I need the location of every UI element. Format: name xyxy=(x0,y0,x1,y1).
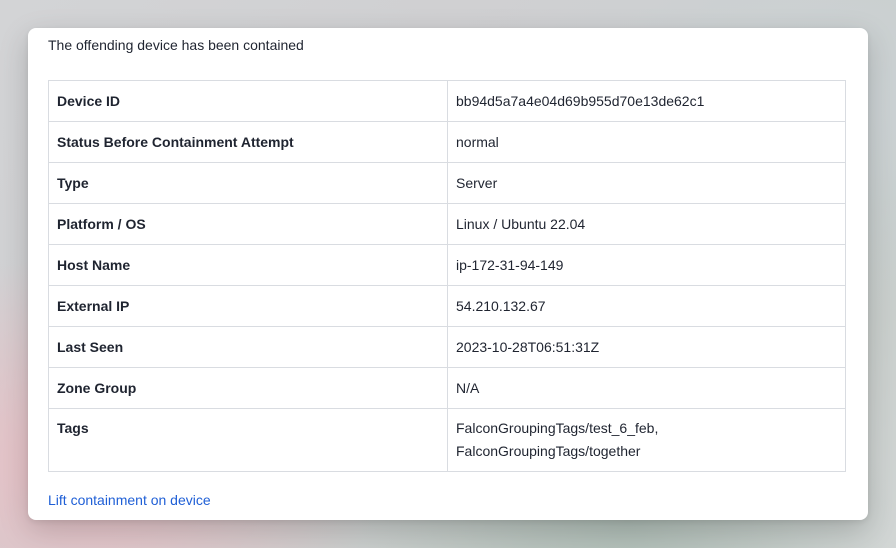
table-row: Host Name ip-172-31-94-149 xyxy=(48,244,846,286)
tags-label: Tags xyxy=(48,408,448,472)
lift-containment-link[interactable]: Lift containment on device xyxy=(48,491,211,509)
last-seen-label: Last Seen xyxy=(48,326,448,368)
table-row: External IP 54.210.132.67 xyxy=(48,285,846,327)
table-row: Zone Group N/A xyxy=(48,367,846,409)
device-id-label: Device ID xyxy=(48,80,448,122)
type-value: Server xyxy=(447,162,846,204)
status-before-label: Status Before Containment Attempt xyxy=(48,121,448,163)
device-id-value: bb94d5a7a4e04d69b955d70e13de62c1 xyxy=(447,80,846,122)
platform-os-label: Platform / OS xyxy=(48,203,448,245)
table-row: Last Seen 2023-10-28T06:51:31Z xyxy=(48,326,846,368)
status-message: The offending device has been contained xyxy=(48,37,304,53)
type-label: Type xyxy=(48,162,448,204)
zone-group-value: N/A xyxy=(447,367,846,409)
table-row: Platform / OS Linux / Ubuntu 22.04 xyxy=(48,203,846,245)
host-name-value: ip-172-31-94-149 xyxy=(447,244,846,286)
external-ip-value: 54.210.132.67 xyxy=(447,285,846,327)
external-ip-label: External IP xyxy=(48,285,448,327)
tag-item: FalconGroupingTags/together xyxy=(456,443,641,459)
zone-group-label: Zone Group xyxy=(48,367,448,409)
table-row: Type Server xyxy=(48,162,846,204)
table-row: Device ID bb94d5a7a4e04d69b955d70e13de62… xyxy=(48,80,846,122)
device-details-table: Device ID bb94d5a7a4e04d69b955d70e13de62… xyxy=(48,80,846,472)
table-row: Status Before Containment Attempt normal xyxy=(48,121,846,163)
table-row: Tags FalconGroupingTags/test_6_feb, Falc… xyxy=(48,408,846,472)
containment-result-card: The offending device has been contained … xyxy=(28,28,868,520)
host-name-label: Host Name xyxy=(48,244,448,286)
tags-value: FalconGroupingTags/test_6_feb, FalconGro… xyxy=(447,408,846,472)
tag-item: FalconGroupingTags/test_6_feb, xyxy=(456,420,659,436)
platform-os-value: Linux / Ubuntu 22.04 xyxy=(447,203,846,245)
status-before-value: normal xyxy=(447,121,846,163)
last-seen-value: 2023-10-28T06:51:31Z xyxy=(447,326,846,368)
